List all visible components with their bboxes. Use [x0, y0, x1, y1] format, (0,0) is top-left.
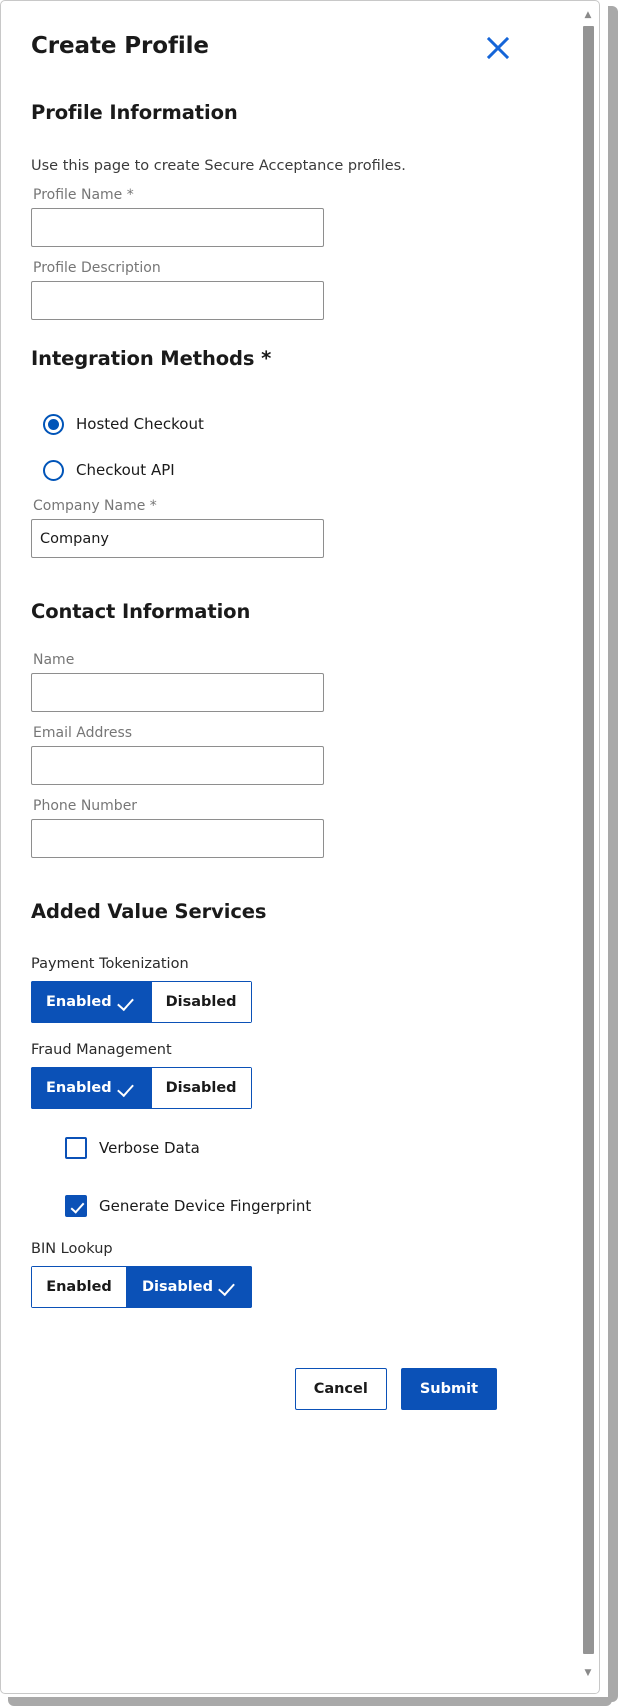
toggle-bin-lookup-enabled[interactable]: Enabled [31, 1266, 127, 1308]
dialog-frame: ▲ ▼ Create Profile Profile Information U… [0, 0, 618, 1706]
checkbox-verbose-data-box-icon[interactable] [65, 1137, 87, 1159]
field-contact-name: Name [1, 651, 561, 712]
toggle-payment-tokenization-enabled-label: Enabled [46, 994, 112, 1010]
contact-name-input[interactable] [31, 673, 324, 712]
email-address-input[interactable] [31, 746, 324, 785]
label-phone-number: Phone Number [33, 798, 138, 814]
label-company-name: Company Name * [33, 498, 157, 514]
phone-number-input[interactable] [31, 819, 324, 858]
submit-button-label: Submit [419, 1381, 478, 1397]
dialog-content: Create Profile Profile Information Use t… [1, 1, 561, 1410]
label-bin-lookup: BIN Lookup [31, 1241, 113, 1257]
checkbox-verbose-data[interactable]: Verbose Data [1, 1133, 561, 1163]
field-company-name: Company Name * [1, 497, 561, 558]
close-icon[interactable] [485, 35, 511, 61]
dialog-header: Create Profile [1, 29, 561, 73]
check-icon [119, 996, 136, 1009]
profile-information-helper-text: Use this page to create Secure Acceptanc… [31, 158, 406, 174]
scrollbar-thumb[interactable] [583, 26, 594, 1654]
toggle-bin-lookup-disabled-label: Disabled [142, 1279, 213, 1295]
section-heading-added-value-services: Added Value Services [31, 900, 267, 923]
profile-name-input[interactable] [31, 208, 324, 247]
radio-hosted-checkout-label: Hosted Checkout [76, 415, 204, 433]
cancel-button-label: Cancel [313, 1381, 368, 1397]
toggle-bin-lookup-disabled[interactable]: Disabled [127, 1266, 252, 1308]
checkbox-generate-device-fingerprint-label: Generate Device Fingerprint [99, 1197, 312, 1215]
checkbox-generate-device-fingerprint[interactable]: Generate Device Fingerprint [1, 1191, 561, 1221]
toggle-fraud-management-disabled[interactable]: Disabled [150, 1067, 252, 1109]
label-email-address: Email Address [33, 725, 133, 741]
radio-checkout-api-icon[interactable] [43, 459, 64, 481]
radio-hosted-checkout-icon[interactable] [43, 413, 64, 435]
toggle-fraud-management[interactable]: Enabled Disabled [31, 1067, 252, 1109]
toggle-payment-tokenization[interactable]: Enabled Disabled [31, 981, 252, 1023]
toggle-payment-tokenization-enabled[interactable]: Enabled [31, 981, 151, 1023]
toggle-bin-lookup[interactable]: Enabled Disabled [31, 1266, 252, 1308]
toggle-fraud-management-disabled-label: Disabled [165, 1080, 237, 1096]
toggle-fraud-management-enabled[interactable]: Enabled [31, 1067, 151, 1109]
checkbox-generate-device-fingerprint-box-icon[interactable] [65, 1195, 87, 1217]
label-payment-tokenization: Payment Tokenization [31, 956, 189, 972]
scroll-down-arrow-icon[interactable]: ▼ [578, 1664, 598, 1682]
field-email-address: Email Address [1, 724, 561, 785]
company-name-input[interactable] [31, 519, 324, 558]
toggle-bin-lookup-enabled-label: Enabled [46, 1279, 112, 1295]
profile-description-input[interactable] [31, 281, 324, 320]
scroll-up-arrow-icon[interactable]: ▲ [578, 6, 598, 24]
page-title: Create Profile [31, 33, 209, 59]
label-fraud-management: Fraud Management [31, 1042, 172, 1058]
dialog-footer: Cancel Submit [1, 1368, 561, 1410]
submit-button[interactable]: Submit [400, 1368, 497, 1410]
cancel-button[interactable]: Cancel [294, 1368, 387, 1410]
create-profile-dialog: ▲ ▼ Create Profile Profile Information U… [0, 0, 600, 1694]
radio-hosted-checkout[interactable]: Hosted Checkout [1, 410, 561, 438]
frame-shadow-right [608, 6, 618, 1702]
radio-checkout-api[interactable]: Checkout API [1, 456, 561, 484]
field-phone-number: Phone Number [1, 797, 561, 858]
toggle-payment-tokenization-disabled-label: Disabled [165, 994, 237, 1010]
frame-shadow-bottom [8, 1697, 612, 1706]
vertical-scrollbar[interactable]: ▲ ▼ [578, 2, 598, 1693]
label-profile-name: Profile Name * [33, 187, 134, 203]
section-heading-profile-information: Profile Information [31, 101, 238, 124]
check-icon [220, 1281, 237, 1294]
section-heading-integration-methods: Integration Methods * [31, 347, 272, 370]
label-profile-description: Profile Description [33, 260, 161, 276]
check-icon [119, 1082, 136, 1095]
radio-checkout-api-label: Checkout API [76, 461, 175, 479]
toggle-fraud-management-enabled-label: Enabled [46, 1080, 112, 1096]
label-contact-name: Name [33, 652, 75, 668]
toggle-payment-tokenization-disabled[interactable]: Disabled [150, 981, 252, 1023]
section-heading-contact-information: Contact Information [31, 600, 251, 623]
field-profile-name: Profile Name * [1, 186, 561, 247]
field-profile-description: Profile Description [1, 259, 561, 320]
checkbox-verbose-data-label: Verbose Data [99, 1139, 200, 1157]
